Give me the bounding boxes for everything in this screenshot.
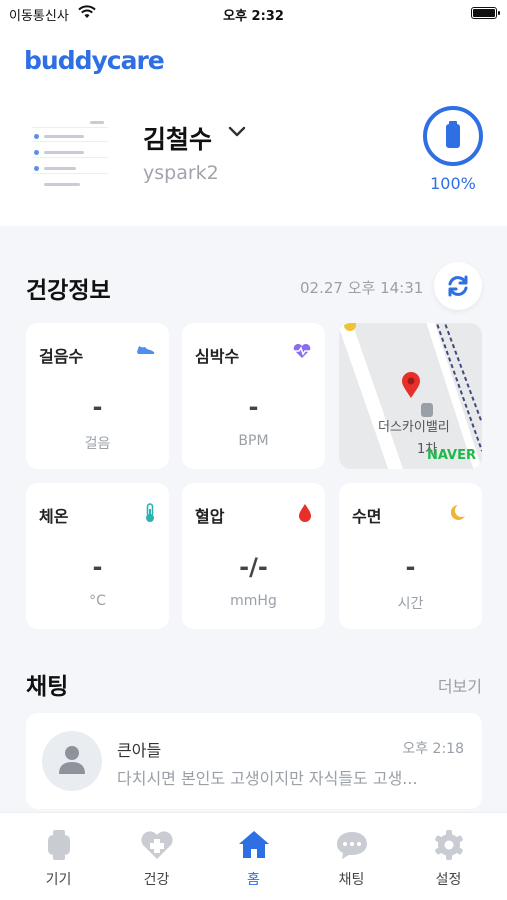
device-thumbnail[interactable]: [26, 110, 114, 198]
health-section-title: 건강정보: [26, 278, 111, 304]
gear-icon: [435, 830, 463, 860]
chevron-down-icon[interactable]: [228, 126, 246, 138]
card-value: -: [248, 393, 259, 421]
tab-health[interactable]: 건강: [106, 813, 207, 900]
person-icon: [59, 746, 85, 774]
card-value: -/-: [239, 553, 268, 581]
thumb-row: [32, 148, 108, 158]
tab-device[interactable]: 기기: [8, 813, 109, 900]
card-value: -: [405, 553, 416, 581]
chat-section-title: 채팅: [26, 674, 69, 700]
card-title: 심박수: [195, 347, 240, 366]
card-unit: 시간: [397, 596, 424, 612]
chat-list-item[interactable]: 큰아들 오후 2:18 다치시면 본인도 고생이지만 자식들도 고생...: [26, 713, 482, 809]
card-unit: BPM: [238, 433, 269, 449]
chat-preview: 다치시면 본인도 고생이지만 자식들도 고생...: [117, 769, 418, 788]
avatar: [42, 731, 102, 791]
home-icon: [239, 831, 269, 858]
heart-rate-card[interactable]: 심박수 - BPM: [182, 323, 325, 469]
location-pin-icon: [402, 372, 420, 398]
steps-card[interactable]: 걸음수 - 걸음: [26, 323, 169, 469]
tab-settings[interactable]: 설정: [398, 813, 499, 900]
thumb-row: [32, 180, 108, 190]
status-battery-icon: [471, 7, 500, 19]
temperature-card[interactable]: 체온 - °C: [26, 483, 169, 629]
tab-label: 홈: [247, 872, 260, 888]
location-map[interactable]: 더스카이밸리 1차 NAVER: [339, 323, 482, 469]
clock: 오후 2:32: [223, 9, 284, 24]
tab-label: 기기: [45, 872, 72, 888]
chat-time: 오후 2:18: [402, 741, 464, 757]
chat-more-link[interactable]: 더보기: [438, 673, 482, 697]
card-unit: mmHg: [230, 593, 277, 609]
tab-bar: 기기 건강 홈 채팅 설정: [0, 812, 507, 900]
refresh-icon: [448, 275, 468, 297]
user-name[interactable]: 김철수: [143, 120, 212, 156]
tab-home[interactable]: 홈: [203, 813, 304, 900]
naver-logo: NAVER: [426, 448, 476, 463]
thumb-row: [32, 132, 108, 142]
health-updated-time: 02.27 오후 14:31: [300, 279, 424, 297]
refresh-button[interactable]: [434, 262, 482, 310]
chat-sender: 큰아들: [117, 741, 162, 760]
status-bar: 이동통신사 오후 2:32: [0, 0, 507, 28]
tab-label: 채팅: [338, 872, 365, 888]
health-heart-icon: [141, 831, 173, 859]
moon-icon: [451, 505, 465, 520]
card-title: 수면: [352, 507, 382, 526]
card-value: -: [92, 553, 103, 581]
thumb-row: [32, 164, 108, 174]
blood-drop-icon: [299, 504, 311, 522]
watch-icon: [48, 830, 70, 860]
card-unit: °C: [89, 593, 106, 609]
chat-bubble-icon: [337, 832, 367, 859]
card-title: 걸음수: [39, 347, 84, 366]
shoe-icon: [137, 346, 155, 354]
card-title: 체온: [39, 507, 69, 526]
thermometer-icon: [146, 503, 154, 522]
app-logo: buddycare: [24, 46, 165, 75]
battery-icon: [423, 106, 483, 166]
heartbeat-icon: [293, 343, 311, 358]
card-value: -: [92, 393, 103, 421]
tab-chat[interactable]: 채팅: [301, 813, 402, 900]
user-panel: buddycare 김철수 yspark2 100%: [0, 28, 507, 226]
sleep-card[interactable]: 수면 - 시간: [339, 483, 482, 629]
blood-pressure-card[interactable]: 혈압 -/- mmHg: [182, 483, 325, 629]
tab-label: 건강: [143, 872, 170, 888]
map-place-label: 더스카이밸리: [378, 420, 450, 435]
battery-level: 100%: [430, 174, 476, 193]
tab-label: 설정: [435, 872, 462, 888]
user-id: yspark2: [143, 162, 219, 184]
card-title: 혈압: [195, 507, 225, 526]
card-unit: 걸음: [84, 436, 111, 452]
thumb-row: [32, 118, 108, 128]
